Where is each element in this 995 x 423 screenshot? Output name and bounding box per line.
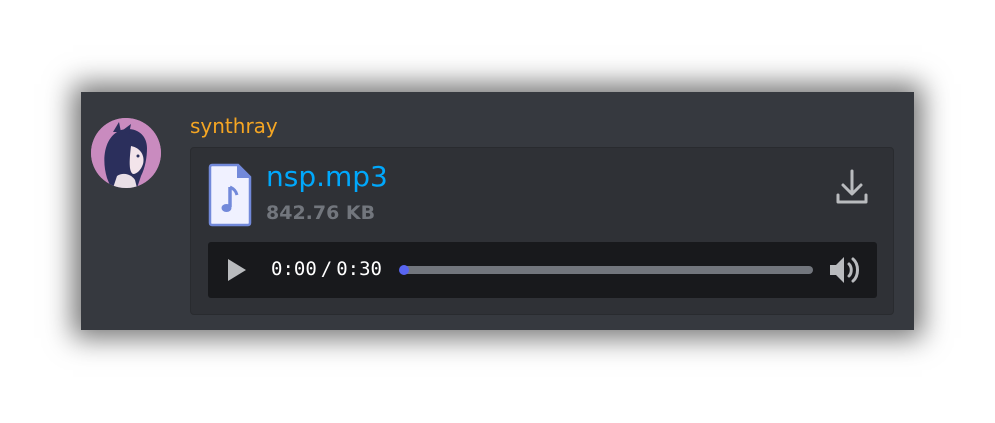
time-separator: /: [320, 258, 333, 280]
username[interactable]: synthray: [190, 114, 278, 138]
playback-time: 0:00/0:30: [271, 258, 382, 280]
duration: 0:30: [336, 258, 382, 280]
audio-attachment: nsp.mp3 842.76 KB 0:00/0:30: [190, 147, 894, 315]
play-icon[interactable]: [225, 257, 249, 283]
audio-file-icon: [208, 163, 252, 227]
volume-icon[interactable]: [828, 254, 864, 286]
progress-bar[interactable]: [399, 265, 813, 275]
audio-player: 0:00/0:30: [208, 242, 877, 298]
anime-girl-avatar-icon: [91, 118, 161, 188]
current-time: 0:00: [271, 258, 317, 280]
user-avatar[interactable]: [91, 118, 161, 188]
download-icon[interactable]: [835, 167, 869, 207]
file-size: 842.76 KB: [266, 202, 376, 224]
file-name-link[interactable]: nsp.mp3: [266, 161, 388, 193]
message-card: synthray nsp.mp3 842.76 KB 0:00 / 0:30: [81, 92, 914, 330]
progress-knob[interactable]: [399, 265, 409, 275]
